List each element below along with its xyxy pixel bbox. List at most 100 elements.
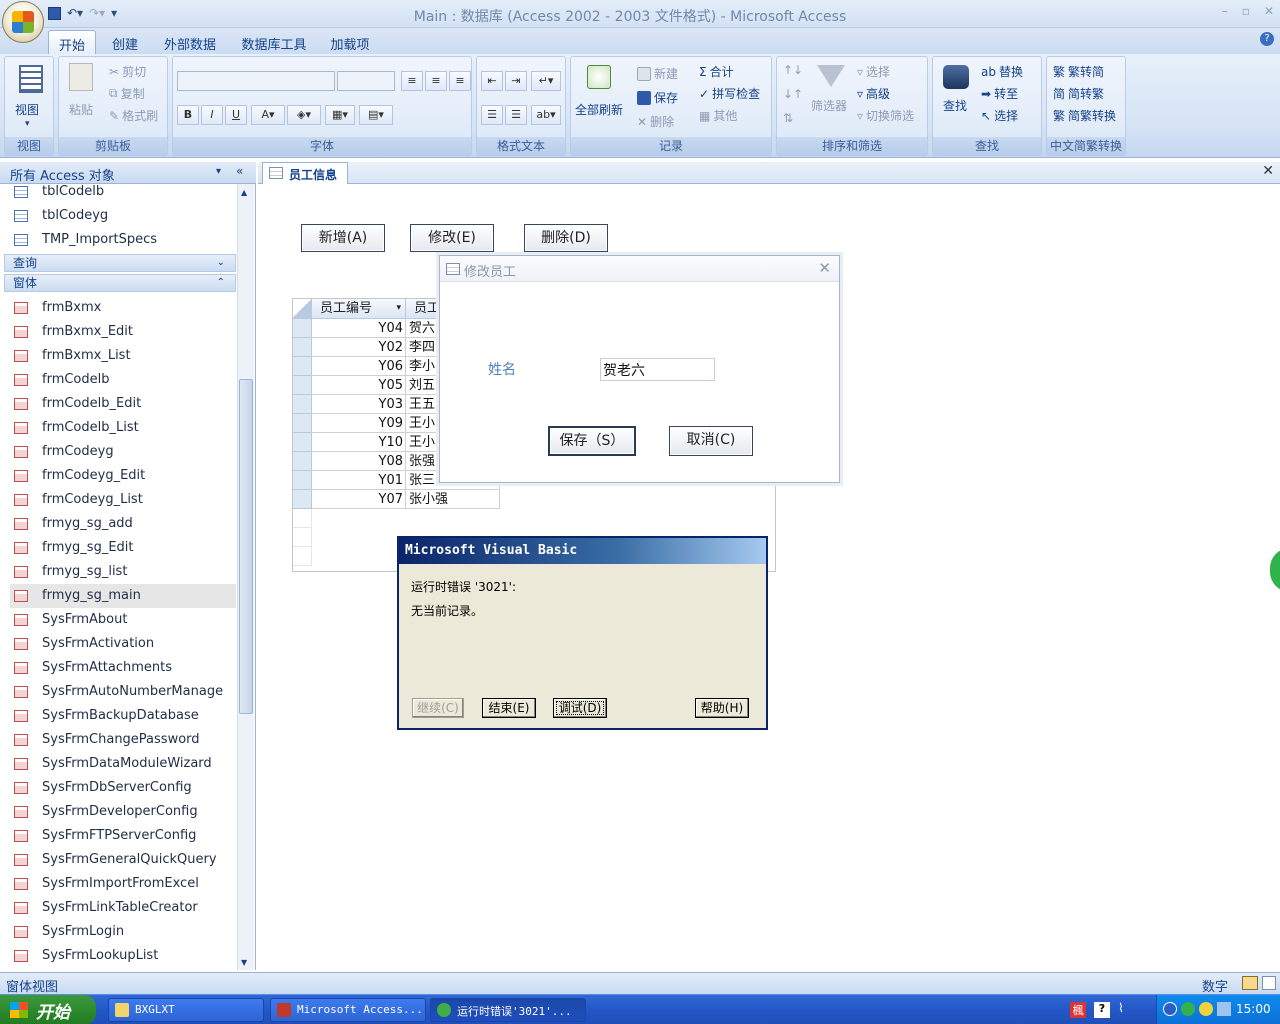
totals-button[interactable]: Σ 合计 (699, 63, 734, 80)
nav-item-form[interactable]: frmCodeyg_Edit (10, 464, 236, 488)
fill-color-icon[interactable]: ◈▾ (287, 105, 321, 125)
nav-item-table[interactable]: tblCodelb (10, 180, 236, 204)
redo-icon[interactable]: ↷▾ (89, 6, 105, 20)
record-selector[interactable] (293, 376, 312, 395)
nav-section-forms[interactable]: 窗体 ⌃ (4, 274, 236, 292)
nav-item-form[interactable]: SysFrmAttachments (10, 656, 236, 680)
underline-button[interactable]: U (225, 105, 247, 125)
network-icon[interactable]: ⌇ (1118, 1001, 1124, 1015)
chevron-down-icon[interactable]: ▾ (216, 166, 221, 177)
decrease-indent-icon[interactable]: ⇤ (481, 71, 503, 91)
nav-item-form[interactable]: frmyg_sg_main (10, 584, 236, 608)
scrollbar-thumb[interactable] (239, 379, 253, 714)
nav-item-form[interactable]: SysFrmGeneralQuickQuery (10, 848, 236, 872)
record-selector[interactable] (293, 433, 312, 452)
task-vb-error[interactable]: 运行时错误'3021'... (430, 998, 586, 1022)
column-header-id[interactable]: 员工编号 ▾ (312, 299, 406, 319)
highlight-icon[interactable]: ab▾ (531, 105, 561, 125)
view-button[interactable]: 视图 (15, 101, 39, 118)
customize-qat-icon[interactable]: ▾ (111, 6, 117, 20)
restore-icon[interactable]: ▫ (1242, 4, 1250, 18)
nav-item-form[interactable]: SysFrmChangePassword (10, 728, 236, 752)
cell-employee-id[interactable]: Y06 (312, 357, 406, 376)
record-selector[interactable] (293, 452, 312, 471)
nav-item-table[interactable]: TMP_ImportSpecs (10, 228, 236, 252)
convert-button[interactable]: 繁简繁转换 (1053, 107, 1116, 124)
tab-database-tools[interactable]: 数据库工具 (236, 30, 312, 54)
scroll-up-icon[interactable]: ▲ (241, 188, 247, 197)
nav-item-form[interactable]: SysFrmLogin (10, 920, 236, 944)
nav-item-form[interactable]: frmyg_sg_Edit (10, 536, 236, 560)
cell-employee-id[interactable]: Y03 (312, 395, 406, 414)
close-icon[interactable]: ✕ (818, 259, 831, 277)
nav-item-form[interactable]: SysFrmFTPServerConfig (10, 824, 236, 848)
nav-item-form[interactable]: frmCodelb_List (10, 416, 236, 440)
view-icon[interactable] (19, 65, 43, 93)
tab-addins[interactable]: 加载项 (324, 30, 376, 54)
cell-employee-id[interactable]: Y04 (312, 319, 406, 338)
bold-button[interactable]: B (177, 105, 199, 125)
help-icon[interactable]: ? (1260, 32, 1274, 46)
tab-home[interactable]: 开始 (48, 30, 96, 54)
shutter-bar-close-icon[interactable]: « (236, 164, 243, 178)
delete-button[interactable]: 删除(D) (524, 224, 608, 252)
toggle-filter-button[interactable]: ▿ 切换筛选 (857, 107, 914, 124)
office-button[interactable] (2, 1, 44, 43)
more-button[interactable]: ▦ 其他 (699, 107, 737, 124)
refresh-icon[interactable] (587, 65, 611, 89)
italic-button[interactable]: I (201, 105, 223, 125)
nav-item-form[interactable]: SysFrmLookupList (10, 944, 236, 968)
record-selector[interactable] (293, 395, 312, 414)
form-view-icon[interactable] (1242, 976, 1258, 990)
cancel-button[interactable]: 取消(C) (669, 426, 753, 456)
record-selector[interactable] (293, 471, 312, 490)
nav-item-form[interactable]: frmCodeyg (10, 440, 236, 464)
nav-item-form[interactable]: frmBxmx (10, 296, 236, 320)
nav-item-form[interactable]: frmCodelb_Edit (10, 392, 236, 416)
nav-item-form[interactable]: SysFrmBackupDatabase (10, 704, 236, 728)
nav-item-form[interactable]: SysFrmAutoNumberManage (10, 680, 236, 704)
help-tray-icon[interactable]: ? (1094, 1002, 1110, 1018)
align-left-icon[interactable]: ≡ (401, 71, 423, 91)
save-button[interactable]: 保存（S） (548, 426, 636, 456)
nav-item-table[interactable]: tblCodeyg (10, 204, 236, 228)
nav-item-form[interactable]: SysFrmLinkTableCreator (10, 896, 236, 920)
font-name-select[interactable] (177, 71, 335, 91)
text-direction-icon[interactable]: ↵▾ (531, 71, 561, 91)
spelling-button[interactable]: ✓ 拼写检查 (699, 85, 760, 102)
close-icon[interactable]: ✕ (1262, 163, 1274, 179)
nav-item-form[interactable]: SysFrmAbout (10, 608, 236, 632)
nav-item-form[interactable]: SysFrmDbServerConfig (10, 776, 236, 800)
tab-employee-info[interactable]: 员工信息 (262, 162, 348, 184)
record-selector[interactable] (293, 338, 312, 357)
gridlines-icon[interactable]: ▦▾ (325, 105, 355, 125)
tray-arrow-icon[interactable] (1163, 1002, 1177, 1016)
selection-button[interactable]: ▿ 选择 (857, 63, 890, 80)
tab-create[interactable]: 创建 (104, 30, 146, 54)
nav-scrollbar[interactable]: ▲ ▼ (237, 184, 254, 970)
format-painter-button[interactable]: ✎ 格式刷 (109, 107, 158, 124)
end-button[interactable]: 结束(E) (482, 698, 536, 718)
network-tray-icon[interactable] (1217, 1002, 1231, 1016)
name-input[interactable]: 贺老六 (600, 358, 715, 381)
cell-employee-id[interactable]: Y05 (312, 376, 406, 395)
binoculars-icon[interactable] (943, 65, 969, 89)
undo-icon[interactable]: ↶▾ (67, 6, 83, 20)
to-simplified-button[interactable]: 繁繁转简 (1053, 63, 1104, 80)
goto-button[interactable]: ➡ 转至 (981, 85, 1018, 102)
nav-item-form[interactable]: frmBxmx_Edit (10, 320, 236, 344)
nav-item-form[interactable]: frmCodelb (10, 368, 236, 392)
bullets-icon[interactable]: ☰ (505, 105, 527, 125)
nav-item-form[interactable]: frmyg_sg_add (10, 512, 236, 536)
advanced-button[interactable]: ▿ 高级 (857, 85, 890, 102)
ime-icon[interactable]: 楓 (1070, 1002, 1086, 1018)
continue-button[interactable]: 继续(C) (412, 698, 464, 718)
select-button[interactable]: ↖ 选择 (981, 107, 1018, 124)
nav-item-form[interactable]: frmyg_sg_list (10, 560, 236, 584)
qq-icon[interactable] (1199, 1002, 1213, 1016)
new-record-button[interactable]: 新建 (637, 65, 678, 82)
sort-asc-icon[interactable]: ↑↓ (783, 63, 803, 77)
scroll-down-icon[interactable]: ▼ (241, 958, 247, 967)
nav-item-form[interactable]: frmBxmx_List (10, 344, 236, 368)
debug-button[interactable]: 调试(D) (553, 698, 607, 718)
